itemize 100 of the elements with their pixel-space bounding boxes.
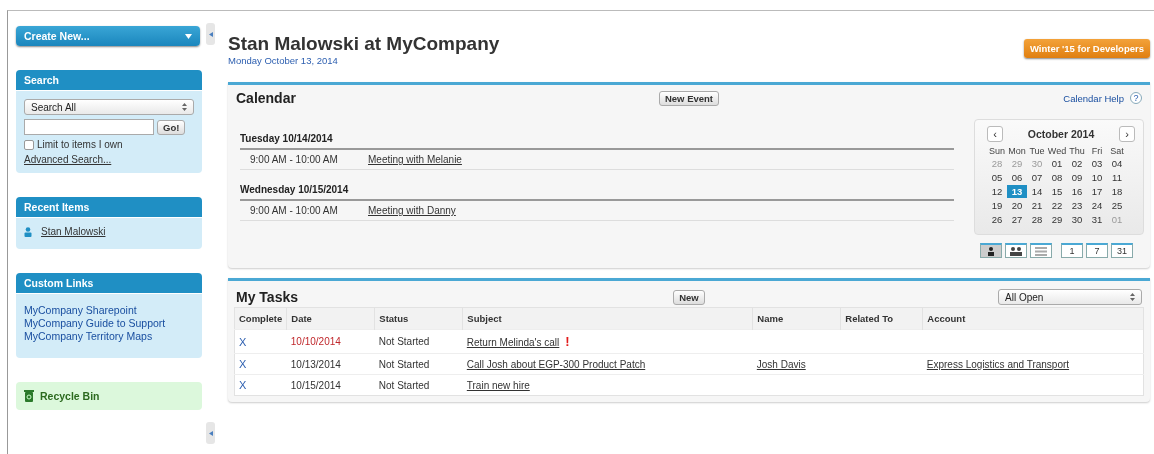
page-title: Stan Malowski at MyCompany	[228, 33, 500, 55]
calendar-day[interactable]: 03	[1087, 157, 1107, 170]
event-link[interactable]: Meeting with Danny	[368, 205, 456, 216]
priority-label: !	[565, 334, 570, 349]
view-button[interactable]: 7	[1086, 243, 1108, 258]
search-scope-dropdown[interactable]: Search All	[24, 99, 194, 115]
column-header: Date	[286, 307, 375, 330]
event-link[interactable]: Meeting with Melanie	[368, 154, 462, 165]
checkbox-label: Limit to items I own	[37, 139, 123, 150]
calendar-day[interactable]: 09	[1067, 171, 1087, 184]
view-button[interactable]	[980, 243, 1002, 258]
section-header: Search	[16, 70, 202, 90]
status-text: Not Started	[378, 379, 430, 391]
weekday-label: Fri	[1090, 146, 1104, 156]
checkbox[interactable]	[24, 139, 34, 150]
section-header: Custom Links	[16, 273, 202, 293]
month-title: October 2014	[1027, 128, 1095, 140]
calendar-day[interactable]: 13	[1007, 185, 1027, 198]
calendar-day[interactable]: 26	[987, 213, 1007, 226]
collapse-arrow-icon	[208, 430, 213, 436]
panel-title: Calendar	[236, 90, 297, 106]
view-button[interactable]	[1005, 243, 1027, 258]
calendar-day[interactable]: 10	[1087, 171, 1107, 184]
day-heading: Wednesday 10/15/2014	[240, 180, 954, 201]
calendar-day[interactable]: 11	[1107, 171, 1127, 184]
collapse-handle[interactable]	[206, 23, 215, 45]
panel-title: My Tasks	[236, 289, 299, 305]
calendar-day[interactable]: 31	[1087, 213, 1107, 226]
calendar-day[interactable]: 17	[1087, 185, 1107, 198]
next-month-button[interactable]: ›	[1119, 126, 1135, 142]
calendar-day[interactable]: 12	[987, 185, 1007, 198]
calendar-day[interactable]: 22	[1047, 199, 1067, 212]
calendar-day[interactable]: 04	[1107, 157, 1127, 170]
weekday-label: Thu	[1068, 146, 1086, 156]
collapse-arrow-icon	[208, 31, 213, 37]
weekday-label: Sun	[988, 146, 1006, 156]
go-button[interactable]: Go!	[157, 119, 186, 135]
calendar-day[interactable]: 15	[1047, 185, 1067, 198]
complete-link[interactable]: X	[239, 379, 247, 391]
calendar-day[interactable]: 07	[1027, 171, 1047, 184]
event-time: 9:00 AM - 10:00 AM	[250, 154, 339, 165]
due-date: 10/13/2014	[290, 358, 341, 370]
list-icon	[1035, 246, 1047, 256]
calendar-help-link[interactable]: Calendar Help	[1063, 92, 1124, 104]
calendar-day[interactable]: 14	[1027, 185, 1047, 198]
calendar-day[interactable]: 23	[1067, 199, 1087, 212]
section-header: Recent Items	[16, 197, 202, 217]
calendar-day[interactable]: 08	[1047, 171, 1067, 184]
calendar-day[interactable]: 27	[1007, 213, 1027, 226]
status-text: Not Started	[378, 336, 430, 347]
account-link[interactable]: Express Logistics and Transport	[926, 358, 1070, 370]
calendar-day[interactable]: 25	[1107, 199, 1127, 212]
previous-month-button[interactable]: ‹	[987, 126, 1003, 142]
view-button[interactable]: 1	[1061, 243, 1083, 258]
recycle-bin-label: Recycle Bin	[40, 390, 100, 402]
name-link[interactable]: Josh Davis	[756, 358, 806, 370]
new-event-button[interactable]: New Event	[658, 90, 719, 106]
calendar-day[interactable]: 05	[987, 171, 1007, 184]
calendar-day[interactable]: 01	[1047, 157, 1067, 170]
subject-link[interactable]: Call Josh about EGP-300 Product Patch	[466, 358, 646, 370]
weekday-label: Wed	[1047, 146, 1067, 156]
people-icon	[1009, 246, 1023, 256]
due-date: 10/15/2014	[290, 379, 341, 391]
task-filter-dropdown[interactable]: All Open	[998, 289, 1142, 305]
collapse-handle[interactable]	[206, 422, 215, 444]
calendar-day[interactable]: 19	[987, 199, 1007, 212]
calendar-day[interactable]: 28	[1027, 213, 1047, 226]
calendar-day[interactable]: 29	[1047, 213, 1067, 226]
custom-link[interactable]: MyCompany Guide to Support	[24, 317, 166, 329]
calendar-day[interactable]: 16	[1067, 185, 1087, 198]
calendar-day[interactable]: 18	[1107, 185, 1127, 198]
advanced-search-link[interactable]: Advanced Search...	[24, 154, 112, 165]
calendar-day[interactable]: 06	[1007, 171, 1027, 184]
subject-link[interactable]: Return Melinda's call	[466, 337, 560, 348]
calendar-day[interactable]: 20	[1007, 199, 1027, 212]
complete-link[interactable]: X	[239, 335, 247, 348]
trash-icon	[24, 390, 34, 402]
column-header: Account	[922, 307, 1144, 330]
complete-link[interactable]: X	[239, 358, 247, 370]
search-field[interactable]	[24, 119, 154, 135]
calendar-day[interactable]: 21	[1027, 199, 1047, 212]
caret-icon	[185, 33, 192, 39]
subject-link[interactable]: Train new hire	[466, 379, 530, 391]
weekday-label: Tue	[1028, 146, 1046, 156]
date-text: Monday October 13, 2014	[228, 55, 339, 66]
custom-link[interactable]: MyCompany Territory Maps	[24, 330, 153, 342]
column-header: Status	[374, 307, 463, 330]
help-icon[interactable]: ?	[1130, 92, 1142, 104]
calendar-day[interactable]: 30	[1067, 213, 1087, 226]
view-button[interactable]: 31	[1111, 243, 1133, 258]
recycle-bin-panel[interactable]: Recycle Bin	[16, 382, 202, 410]
calendar-day[interactable]: 02	[1067, 157, 1087, 170]
recent-item-link[interactable]: Stan Malowski	[41, 226, 106, 237]
weekday-label: Sat	[1109, 146, 1125, 156]
new-task-button[interactable]: New	[673, 289, 705, 305]
column-header: Related To	[840, 307, 923, 330]
column-header: Name	[752, 307, 841, 330]
custom-link[interactable]: MyCompany Sharepoint	[24, 304, 137, 316]
calendar-day[interactable]: 24	[1087, 199, 1107, 212]
due-date: 10/10/2014	[290, 336, 341, 347]
